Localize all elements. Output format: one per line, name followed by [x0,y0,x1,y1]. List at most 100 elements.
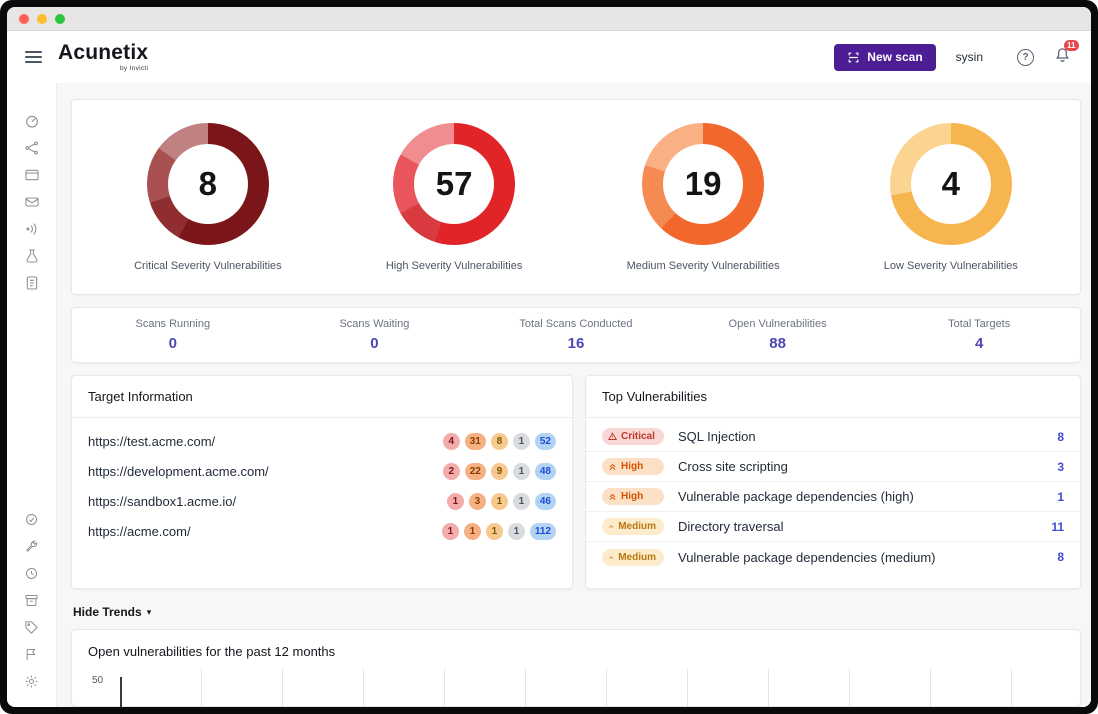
sidebar-item-history[interactable] [24,560,39,587]
vulnerability-row[interactable]: Medium Directory traversal 11 [586,512,1080,542]
high-donut-chart: 57 [393,122,516,245]
sidebar-item-scans[interactable] [24,215,40,242]
stat-label: Open Vulnerabilities [728,318,827,330]
stat-open-vulnerabilities: Open Vulnerabilities 88 [677,318,879,352]
target-row[interactable]: https://acme.com/ 1 1 1 1 112 [72,516,572,546]
vulnerability-row[interactable]: High Vulnerable package dependencies (hi… [586,482,1080,512]
target-url[interactable]: https://development.acme.com/ [88,464,269,479]
vulnerability-name[interactable]: Vulnerable package dependencies (medium) [678,550,936,565]
critical-badge[interactable]: 1 [441,522,459,540]
sidebar-item-reports[interactable] [24,269,40,296]
archive-icon [25,595,38,606]
vulnerability-row[interactable]: Medium Vulnerable package dependencies (… [586,542,1080,572]
target-information-title: Target Information [72,376,572,418]
vulnerability-count[interactable]: 11 [1051,520,1064,534]
target-url[interactable]: https://test.acme.com/ [88,434,215,449]
app-window: Acunetix by Invicti New scan sysin ? 11 [7,7,1091,707]
target-url[interactable]: https://sandbox1.acme.io/ [88,494,236,509]
medium-badge[interactable]: 1 [490,492,508,510]
target-row[interactable]: https://test.acme.com/ 4 31 8 1 52 [72,426,572,456]
sidebar-item-tools[interactable] [24,533,39,560]
medium-donut-chart: 19 [642,122,765,245]
stat-value[interactable]: 0 [370,335,378,352]
low-donut-chart: 4 [889,122,1012,245]
hamburger-menu-icon[interactable] [25,51,42,63]
info-badge[interactable]: 52 [534,432,556,450]
critical-label: Critical Severity Vulnerabilities [134,259,282,272]
top-vulnerabilities-panel: Top Vulnerabilities Critical SQL Injecti… [585,375,1081,589]
gear-icon [25,675,38,688]
critical-badge[interactable]: 4 [442,432,460,450]
stat-value[interactable]: 88 [769,335,786,352]
high-badge[interactable]: 31 [464,432,486,450]
vulnerability-row[interactable]: High Cross site scripting 3 [586,452,1080,482]
sidebar-item-settings[interactable] [24,668,39,695]
medium-donut[interactable]: 19 Medium Severity Vulnerabilities [627,122,780,272]
info-badge[interactable]: 112 [529,522,556,540]
info-badge[interactable]: 48 [534,462,556,480]
vulnerability-count[interactable]: 8 [1057,430,1064,444]
vulnerability-name[interactable]: SQL Injection [678,429,756,444]
flag-icon [26,649,36,661]
sidebar-item-tags[interactable] [24,614,39,641]
medium-badge[interactable]: 1 [485,522,503,540]
zoom-window-button[interactable] [55,13,65,24]
stat-value[interactable]: 0 [169,335,177,352]
minimize-window-button[interactable] [37,13,47,24]
window-frame: Acunetix by Invicti New scan sysin ? 11 [0,0,1098,714]
chevron-down-icon: ▾ [146,606,152,617]
vulnerability-count[interactable]: 8 [1057,550,1064,564]
low-badge[interactable]: 1 [507,522,525,540]
notification-badge: 11 [1063,40,1079,51]
trend-chart-plot: 50 [90,669,1064,707]
low-badge[interactable]: 1 [512,432,530,450]
new-scan-button[interactable]: New scan [834,43,936,71]
sidebar-item-targets[interactable] [24,161,40,188]
notifications-button[interactable]: 11 [1054,40,1079,68]
close-window-button[interactable] [19,13,29,24]
vulnerability-count[interactable]: 1 [1057,490,1064,504]
low-badge[interactable]: 1 [512,462,530,480]
high-count: 57 [435,164,473,202]
sidebar-item-dashboard[interactable] [24,107,40,134]
info-badge[interactable]: 46 [534,492,556,510]
high-donut[interactable]: 57 High Severity Vulnerabilities [386,122,522,272]
vulnerability-name[interactable]: Cross site scripting [678,459,788,474]
medium-badge[interactable]: 9 [490,462,508,480]
target-row[interactable]: https://development.acme.com/ 2 22 9 1 4… [72,456,572,486]
sidebar-item-status[interactable] [24,506,39,533]
stat-value[interactable]: 4 [975,335,983,352]
critical-badge[interactable]: 1 [446,492,464,510]
vulnerability-name[interactable]: Directory traversal [678,519,783,534]
critical-donut-chart: 8 [146,122,269,245]
logo-text: Acunetix [58,41,149,64]
stat-value[interactable]: 16 [568,335,585,352]
sidebar-item-vulnerabilities[interactable] [24,188,40,215]
target-row[interactable]: https://sandbox1.acme.io/ 1 3 1 1 46 [72,486,572,516]
critical-donut[interactable]: 8 Critical Severity Vulnerabilities [134,122,282,272]
username[interactable]: sysin [956,50,983,64]
brand-logo[interactable]: Acunetix by Invicti [58,42,148,72]
help-icon[interactable]: ? [1017,48,1034,66]
low-badge[interactable]: 1 [512,492,530,510]
low-donut[interactable]: 4 Low Severity Vulnerabilities [884,122,1018,272]
vulnerability-name[interactable]: Vulnerable package dependencies (high) [678,489,914,504]
severity-pill-critical: Critical [602,428,664,445]
vulnerability-count[interactable]: 3 [1057,460,1064,474]
envelope-icon [24,196,39,207]
severity-pill-high: High [602,488,664,505]
high-badge[interactable]: 1 [463,522,481,540]
sidebar-item-discovery[interactable] [24,134,40,161]
high-badge[interactable]: 3 [468,492,486,510]
hide-trends-toggle[interactable]: Hide Trends ▾ [73,605,1079,619]
sidebar-item-archive[interactable] [24,587,39,614]
high-badge[interactable]: 22 [464,462,486,480]
vulnerability-row[interactable]: Critical SQL Injection 8 [586,422,1080,452]
medium-badge[interactable]: 8 [490,432,508,450]
critical-badge[interactable]: 2 [442,462,460,480]
sidebar-item-labs[interactable] [24,242,40,269]
trend-chart-title: Open vulnerabilities for the past 12 mon… [88,644,336,659]
sidebar-item-flags[interactable] [24,641,39,668]
target-url[interactable]: https://acme.com/ [88,524,191,539]
severity-pill-medium: Medium [602,518,664,535]
